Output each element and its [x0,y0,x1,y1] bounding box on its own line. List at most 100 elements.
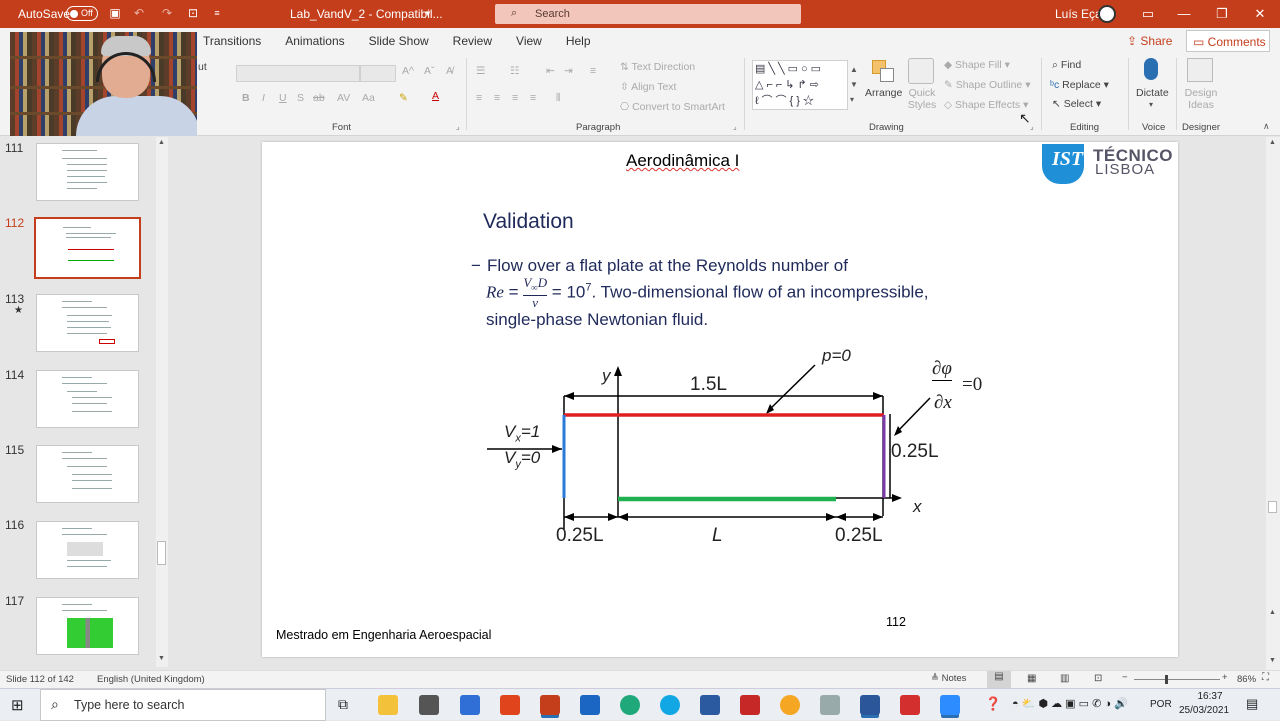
shapes-gallery[interactable]: ▤╲╲▭○▭ △⌐⌐↳↱⇨ ℓ⌒⌒{}☆ [752,60,848,110]
powerpoint-icon[interactable] [540,695,560,715]
input-language[interactable]: POR [1150,699,1172,710]
notifications-icon[interactable]: ▤ [1246,696,1258,712]
font-launcher-icon[interactable]: ⌟ [456,122,460,131]
dictate-dropdown-icon[interactable]: ▾ [1149,100,1153,109]
document-title[interactable]: Lab_VandV_2 - Compatibil... [290,7,443,21]
shadow-icon[interactable]: S [297,92,304,104]
align-center-icon[interactable]: ≡ [494,92,500,104]
slide-canvas[interactable]: Aerodinâmica I IST TÉCNICO LISBOA Valida… [262,142,1178,657]
tab-slide-show[interactable]: Slide Show [369,34,429,48]
bullets-icon[interactable]: ☰ [476,65,485,77]
slide-thumbnail-selected[interactable] [34,217,141,279]
clear-format-icon[interactable]: A̸ [446,65,453,77]
task-view-icon[interactable]: ⧉ [338,696,348,713]
spacing-icon[interactable]: AV [337,92,350,104]
tab-animations[interactable]: Animations [285,34,344,48]
text-direction-button[interactable]: ⇅ Text Direction [620,61,695,73]
justify-icon[interactable]: ≡ [530,92,536,104]
minimize-icon[interactable]: — [1174,4,1194,24]
zoom-out-icon[interactable]: − [1122,672,1128,683]
font-name-box[interactable] [236,65,360,82]
tab-review[interactable]: Review [453,34,492,48]
tab-view[interactable]: View [516,34,542,48]
tab-transitions[interactable]: Transitions [203,34,261,48]
zoom-level[interactable]: 86% [1237,674,1256,685]
slide-thumbnail[interactable] [36,521,139,579]
acrobat-icon[interactable] [900,695,920,715]
tab-help[interactable]: Help [566,34,591,48]
select-button[interactable]: ↖ Select ▾ [1052,98,1101,110]
autosave-toggle[interactable]: Off [66,6,98,21]
dictate-button[interactable]: Dictate [1136,87,1169,99]
clock-date[interactable]: 25/03/2021 [1179,705,1229,716]
convert-smartart-button[interactable]: ⎔ Convert to SmartArt [620,101,725,113]
reading-view-icon[interactable]: ▥ [1060,673,1069,684]
zoom-slider-thumb[interactable] [1165,675,1168,684]
restore-icon[interactable]: ❐ [1212,4,1232,24]
zoom-slider[interactable] [1134,679,1220,680]
comments-button[interactable]: ▭ Comments [1186,30,1270,52]
bold-icon[interactable]: B [242,92,250,104]
numbering-icon[interactable]: ☷ [510,65,519,77]
highlight-icon[interactable]: ✎ [399,92,408,104]
align-text-button[interactable]: ⇳ Align Text [620,81,676,93]
filezilla-icon[interactable] [740,695,760,715]
outlook-icon[interactable] [580,695,600,715]
slide-thumbnail[interactable] [36,445,139,503]
chevron-down-icon[interactable]: ▼ [424,9,432,18]
slide-thumbnail[interactable] [36,294,139,352]
redo-icon[interactable]: ↷ [160,6,174,20]
scroll-down-icon[interactable]: ▼ [1269,657,1276,664]
office-icon[interactable] [500,695,520,715]
shrink-font-icon[interactable]: Aˇ [424,65,435,77]
zoom-app-icon[interactable] [940,695,960,715]
mail-icon[interactable] [460,695,480,715]
columns-icon[interactable]: ⫴ [556,92,560,105]
ribbon-display-icon[interactable]: ▭ [1138,4,1158,24]
scroll-up-icon[interactable]: ▲ [1269,609,1276,616]
thumbnail-scrollbar[interactable]: ▲ ▼ [156,137,168,667]
avatar[interactable] [1098,5,1116,23]
user-name[interactable]: Luís Eça [1055,7,1102,21]
help-icon[interactable]: ❓ [985,696,1001,712]
windows-start-icon[interactable]: ⊞ [11,696,24,714]
line-spacing-icon[interactable]: ≡ [590,65,596,77]
paragraph-launcher-icon[interactable]: ⌟ [733,122,737,131]
share-button[interactable]: ⇪ Share [1127,34,1172,48]
zoom-in-icon[interactable]: + [1222,672,1228,683]
search-box[interactable]: ⌕ Search [495,4,801,24]
scroll-up-icon[interactable]: ▲ [158,139,165,146]
slide-thumbnail[interactable] [36,370,139,428]
font-size-box[interactable] [360,65,396,82]
change-case-icon[interactable]: Aa [362,92,375,104]
normal-view-icon[interactable]: ▤ [987,671,1011,688]
slide-sorter-icon[interactable]: ▦ [1027,673,1036,684]
slideshow-view-icon[interactable]: ⊡ [1094,673,1102,684]
replace-button[interactable]: ᵇc Replace ▾ [1050,79,1109,91]
scroll-up-icon[interactable]: ▲ [1269,139,1276,146]
store-icon[interactable] [419,695,439,715]
app-icon[interactable] [820,695,840,715]
cut-label[interactable]: ut [198,61,207,73]
word-icon[interactable] [860,695,880,715]
gallery-scroll-icon[interactable]: ▲ ▼ ▾ [850,62,858,107]
quick-styles-button[interactable]: Quick Styles [904,87,940,111]
fit-slide-icon[interactable]: ⛶ [1262,672,1269,683]
chrome-icon[interactable] [780,695,800,715]
scrollbar-thumb[interactable] [1268,501,1277,513]
arrange-button[interactable]: Arrange [865,87,902,99]
slide-thumbnail[interactable] [36,597,139,655]
align-left-icon[interactable]: ≡ [476,92,482,104]
mail-app-icon[interactable] [700,695,720,715]
taskbar-search-box[interactable]: ⌕ Type here to search [40,689,326,721]
design-ideas-button[interactable]: Design Ideas [1184,87,1218,111]
grow-font-icon[interactable]: A^ [402,65,414,77]
scrollbar-thumb[interactable] [157,541,166,565]
clock-time[interactable]: 16:37 [1193,691,1227,702]
underline-icon[interactable]: U [279,92,287,104]
file-explorer-icon[interactable] [378,695,398,715]
decrease-indent-icon[interactable]: ⇤ [546,65,555,77]
notes-button[interactable]: ≜ Notes [931,673,966,684]
close-icon[interactable]: ✕ [1250,4,1270,24]
strikethrough-icon[interactable]: ab [313,92,325,104]
